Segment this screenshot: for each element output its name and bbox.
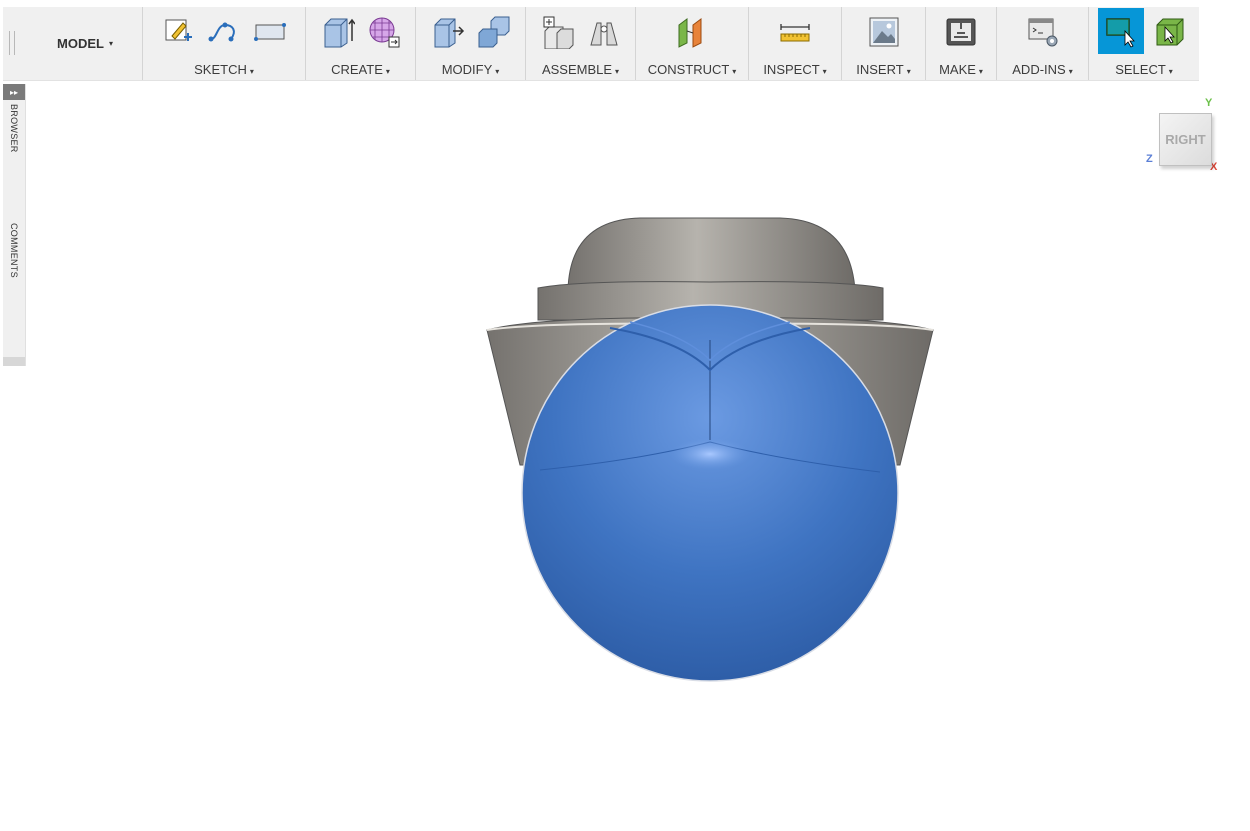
inspect-menu[interactable]: INSPECT ▾	[749, 62, 841, 77]
workspace-label: MODEL	[57, 36, 104, 51]
model-body[interactable]	[480, 210, 940, 690]
modify-menu[interactable]: MODIFY ▾	[416, 62, 525, 77]
make-menu[interactable]: MAKE ▾	[926, 62, 996, 77]
construct-menu[interactable]: CONSTRUCT ▾	[636, 62, 748, 77]
sketch-group: SKETCH ▾	[142, 7, 305, 80]
view-cube[interactable]: Y Z X RIGHT	[1143, 97, 1223, 177]
insert-menu[interactable]: INSERT ▾	[842, 62, 925, 77]
construct-group: CONSTRUCT ▾	[635, 7, 748, 80]
axis-y-label: Y	[1205, 97, 1213, 109]
chevron-down-icon: ▾	[108, 39, 113, 48]
view-cube-face-right[interactable]: RIGHT	[1159, 113, 1212, 166]
expand-panel-button[interactable]: ▸▸	[3, 84, 25, 100]
axis-z-label: Z	[1146, 153, 1153, 165]
spline-icon[interactable]	[204, 11, 244, 53]
sketch-menu[interactable]: SKETCH ▾	[143, 62, 305, 77]
extrude-icon[interactable]	[318, 11, 358, 53]
toolbar: MODEL ▾ SKETCH ▾ CREATE ▾ MODIFY ▾ ASSEM…	[3, 7, 1199, 81]
toolbar-grip[interactable]	[9, 31, 15, 55]
add-ins-group: ADD-INS ▾	[996, 7, 1088, 80]
measure-icon[interactable]	[775, 11, 815, 53]
insert-image-icon[interactable]	[864, 11, 904, 53]
combine-icon[interactable]	[474, 11, 514, 53]
select-group: SELECT ▾	[1088, 7, 1199, 80]
inspect-group: INSPECT ▾	[748, 7, 841, 80]
workspace-switcher[interactable]: MODEL ▾	[28, 7, 142, 80]
offset-plane-icon[interactable]	[672, 11, 712, 53]
joint-icon[interactable]	[584, 11, 624, 53]
panel-resize-handle[interactable]	[3, 357, 25, 366]
scripts-addins-icon[interactable]	[1023, 11, 1063, 53]
select-menu[interactable]: SELECT ▾	[1089, 62, 1199, 77]
select-body-icon[interactable]	[1150, 11, 1190, 53]
add-ins-menu[interactable]: ADD-INS ▾	[997, 62, 1088, 77]
assemble-menu[interactable]: ASSEMBLE ▾	[526, 62, 635, 77]
comments-tab[interactable]: COMMENTS	[3, 220, 25, 280]
form-icon[interactable]	[364, 11, 404, 53]
create-group: CREATE ▾	[305, 7, 415, 80]
create-menu[interactable]: CREATE ▾	[306, 62, 415, 77]
make-group: MAKE ▾	[925, 7, 996, 80]
new-component-icon[interactable]	[538, 11, 578, 53]
create-sketch-icon[interactable]	[158, 11, 198, 53]
model-viewport[interactable]	[480, 210, 940, 690]
modify-group: MODIFY ▾	[415, 7, 525, 80]
assemble-group: ASSEMBLE ▾	[525, 7, 635, 80]
rectangle-icon[interactable]	[250, 11, 290, 53]
browser-tab[interactable]: BROWSER	[3, 102, 25, 154]
3d-print-icon[interactable]	[941, 11, 981, 53]
insert-group: INSERT ▾	[841, 7, 925, 80]
side-panel: ▸▸ BROWSER COMMENTS	[3, 84, 26, 366]
press-pull-icon[interactable]	[428, 11, 468, 53]
window-select-icon[interactable]	[1098, 8, 1144, 54]
